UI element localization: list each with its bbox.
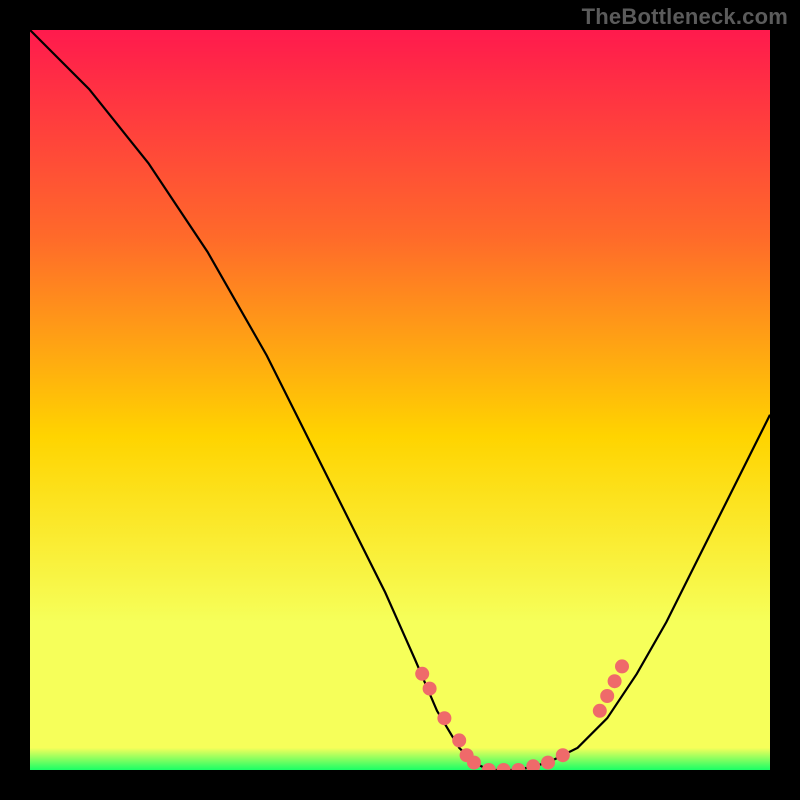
gradient-background	[30, 30, 770, 770]
watermark-text: TheBottleneck.com	[582, 4, 788, 30]
highlight-dot	[467, 756, 481, 770]
highlight-dot	[452, 733, 466, 747]
highlight-dot	[423, 682, 437, 696]
highlight-dot	[541, 756, 555, 770]
chart-svg	[30, 30, 770, 770]
highlight-dot	[556, 748, 570, 762]
plot-area	[30, 30, 770, 770]
highlight-dot	[615, 659, 629, 673]
highlight-dot	[608, 674, 622, 688]
chart-frame: TheBottleneck.com	[0, 0, 800, 800]
highlight-dot	[415, 667, 429, 681]
highlight-dot	[437, 711, 451, 725]
highlight-dot	[600, 689, 614, 703]
highlight-dot	[593, 704, 607, 718]
